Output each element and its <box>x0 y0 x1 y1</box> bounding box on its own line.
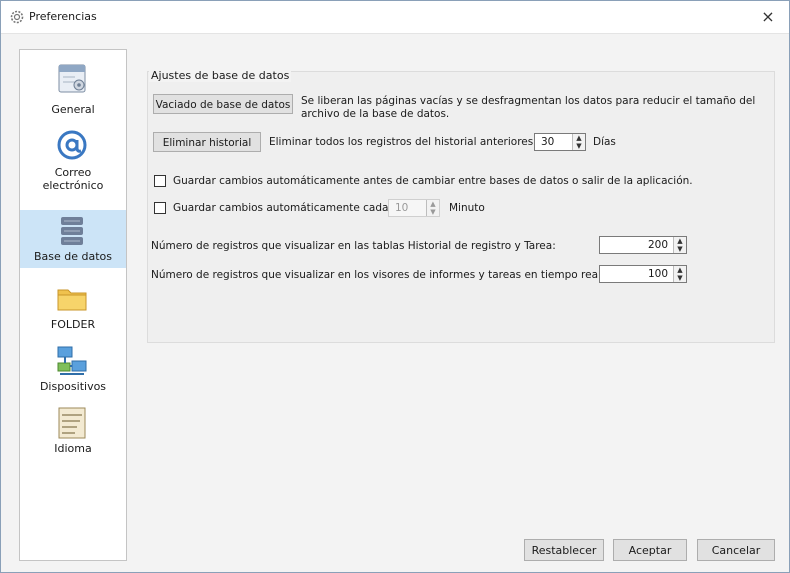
sidebar-item-label: Correo electrónico <box>42 166 104 192</box>
sidebar-item-label: Idioma <box>54 442 92 455</box>
accept-button[interactable]: Aceptar <box>613 539 687 561</box>
language-icon <box>58 407 86 439</box>
window-title: Preferencias <box>29 10 97 23</box>
viewer-rows-label: Número de registros que visualizar en lo… <box>151 269 605 281</box>
spinner-value: 10 <box>395 202 409 214</box>
network-devices-icon <box>57 346 87 375</box>
group-title: Ajustes de base de datos <box>149 69 292 82</box>
autosave-interval-spinner: 10 ▲ ▼ <box>388 199 440 217</box>
sidebar-item-general[interactable]: General <box>20 58 126 118</box>
sidebar-item-database[interactable]: Base de datos <box>20 210 126 268</box>
autosave-interval-label: Guardar cambios automáticamente cada <box>173 202 389 214</box>
calendar-settings-icon <box>58 64 86 93</box>
delete-history-description: Eliminar todos los registros del histori… <box>269 136 543 148</box>
history-rows-label: Número de registros que visualizar en la… <box>151 240 556 252</box>
autosave-switch-checkbox[interactable] <box>154 175 166 187</box>
title-bar: Preferencias × <box>1 1 789 34</box>
preferences-sidebar: General Correo electrónico Base de datos <box>19 49 127 561</box>
spinner-arrows-icon[interactable]: ▲ ▼ <box>673 237 686 253</box>
spinner-arrows-icon[interactable]: ▲ ▼ <box>673 266 686 282</box>
delete-history-days-spinner[interactable]: 30 ▲ ▼ <box>534 133 586 151</box>
sidebar-item-label: FOLDER <box>50 318 96 331</box>
reset-button[interactable]: Restablecer <box>524 539 604 561</box>
sidebar-item-devices[interactable]: Dispositivos <box>20 340 126 398</box>
autosave-switch-label: Guardar cambios automáticamente antes de… <box>173 175 693 187</box>
spinner-value: 30 <box>541 136 555 148</box>
at-sign-icon <box>57 130 87 160</box>
history-rows-spinner[interactable]: 200 ▲ ▼ <box>599 236 687 254</box>
delete-history-button[interactable]: Eliminar historial <box>153 132 261 152</box>
autosave-interval-checkbox[interactable] <box>154 202 166 214</box>
sidebar-item-label: Base de datos <box>33 250 113 263</box>
sidebar-item-email[interactable]: Correo electrónico <box>20 124 126 194</box>
spinner-arrows-icon[interactable]: ▲ ▼ <box>572 134 585 150</box>
close-button[interactable]: × <box>755 6 781 28</box>
spinner-value: 100 <box>647 268 668 280</box>
folder-icon <box>57 289 87 311</box>
days-label: Días <box>593 136 616 148</box>
gear-icon <box>10 10 24 24</box>
sidebar-item-label: General <box>51 103 95 116</box>
sidebar-item-folder[interactable]: FOLDER <box>20 278 126 336</box>
vacuum-description-line2: archivo de la base de datos. <box>301 108 450 120</box>
cancel-button[interactable]: Cancelar <box>697 539 775 561</box>
database-icon <box>61 217 83 245</box>
preferences-window: Preferencias × General Correo electrónic… <box>0 0 790 573</box>
sidebar-item-label: Dispositivos <box>39 380 107 393</box>
viewer-rows-spinner[interactable]: 100 ▲ ▼ <box>599 265 687 283</box>
vacuum-database-button[interactable]: Vaciado de base de datos <box>153 94 293 114</box>
minutes-label: Minuto <box>449 202 485 214</box>
database-settings-panel: Ajustes de base de datos Vaciado de base… <box>141 49 777 559</box>
vacuum-description-line1: Se liberan las páginas vacías y se desfr… <box>301 95 756 107</box>
spinner-value: 200 <box>647 239 668 251</box>
spinner-arrows-icon: ▲ ▼ <box>426 200 439 216</box>
sidebar-item-language[interactable]: Idioma <box>20 402 126 462</box>
